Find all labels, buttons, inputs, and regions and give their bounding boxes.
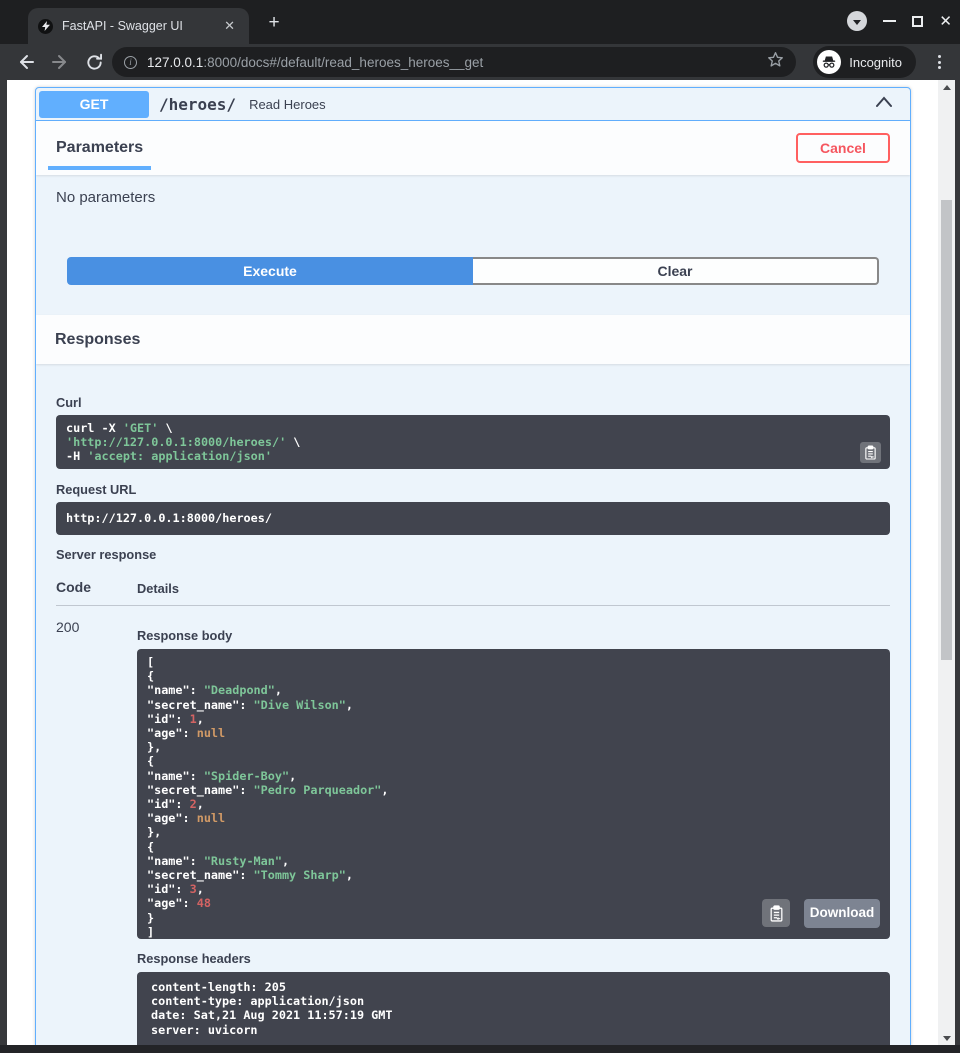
reload-icon[interactable] [82,50,106,74]
browser-toolbar: i 127.0.0.1:8000/docs#/default/read_hero… [0,44,960,80]
window-close-icon[interactable]: ✕ [939,14,952,29]
details-column-header: Details [137,579,179,596]
cancel-button[interactable]: Cancel [796,133,890,163]
active-tab-underline [48,166,151,170]
forward-icon[interactable] [48,50,72,74]
execute-row: Execute Clear [67,257,879,285]
response-row-200: 200 Response body [ { "name": "Deadpond"… [56,606,890,1046]
page-scrollbar[interactable] [938,80,955,1045]
copy-response-icon[interactable] [762,899,790,927]
response-body: [ { "name": "Deadpond", "secret_name": "… [137,649,890,939]
tab-search-icon[interactable] [847,11,867,31]
back-icon[interactable] [14,50,38,74]
window-edge-bottom [0,1045,960,1053]
endpoint-path: /heroes/ [159,95,236,114]
chevron-up-icon[interactable] [874,95,894,114]
incognito-badge: Incognito [813,46,916,78]
maximize-icon[interactable] [912,16,923,27]
tab-close-icon[interactable]: ✕ [220,16,239,36]
browser-titlebar: FastAPI - Swagger UI ✕ + ✕ [0,0,960,44]
browser-menu-icon[interactable] [930,52,948,72]
site-info-icon[interactable]: i [124,56,137,69]
parameters-title: Parameters [56,139,143,157]
scroll-down-icon[interactable] [938,1031,955,1045]
responses-title: Responses [55,331,140,349]
window-edge-right [955,80,960,1053]
responses-body: Curl curl -X 'GET' \ 'http://127.0.0.1:8… [36,395,910,1046]
request-url-label: Request URL [56,482,890,497]
minimize-icon[interactable] [883,20,896,22]
fastapi-favicon-icon [38,19,53,34]
browser-tab[interactable]: FastAPI - Swagger UI ✕ [28,8,249,44]
server-response-label: Server response [56,547,890,562]
method-badge: GET [39,91,149,118]
code-column-header: Code [56,579,137,596]
parameters-header: Parameters Cancel [36,121,910,175]
incognito-icon [817,50,841,74]
new-tab-button[interactable]: + [262,11,286,35]
no-parameters-text: No parameters [36,175,910,206]
scrollbar-thumb[interactable] [941,200,952,660]
opblock-get-heroes: GET /heroes/ Read Heroes Parameters Canc… [35,87,911,1046]
swagger-page: GET /heroes/ Read Heroes Parameters Canc… [7,80,938,1045]
url-path: :8000/docs#/default/read_heroes_heroes__… [203,55,483,70]
url-host: 127.0.0.1 [147,55,203,70]
url-text: 127.0.0.1:8000/docs#/default/read_heroes… [147,55,767,70]
copy-curl-icon[interactable] [860,442,881,463]
request-url-value: http://127.0.0.1:8000/heroes/ [56,502,890,535]
download-button[interactable]: Download [804,899,880,928]
responses-header: Responses [36,315,910,364]
curl-command: curl -X 'GET' \ 'http://127.0.0.1:8000/h… [56,415,890,469]
incognito-label: Incognito [849,55,902,70]
response-headers: content-length: 205content-type: applica… [137,972,890,1046]
response-headers-label: Response headers [137,951,890,966]
opblock-summary[interactable]: GET /heroes/ Read Heroes [36,88,910,121]
response-body-label: Response body [137,628,890,643]
tab-parameters[interactable]: Parameters [56,121,143,175]
tab-title: FastAPI - Swagger UI [62,19,220,33]
window-edge-left [0,80,7,1053]
execute-button[interactable]: Execute [67,257,473,285]
curl-label: Curl [56,395,890,410]
scroll-up-icon[interactable] [938,80,955,94]
status-code: 200 [56,619,137,1046]
url-bar[interactable]: i 127.0.0.1:8000/docs#/default/read_hero… [112,47,796,77]
response-table-head: Code Details [56,579,890,596]
endpoint-summary: Read Heroes [249,97,326,112]
clear-button[interactable]: Clear [473,257,879,285]
bookmark-star-icon[interactable] [767,51,784,73]
